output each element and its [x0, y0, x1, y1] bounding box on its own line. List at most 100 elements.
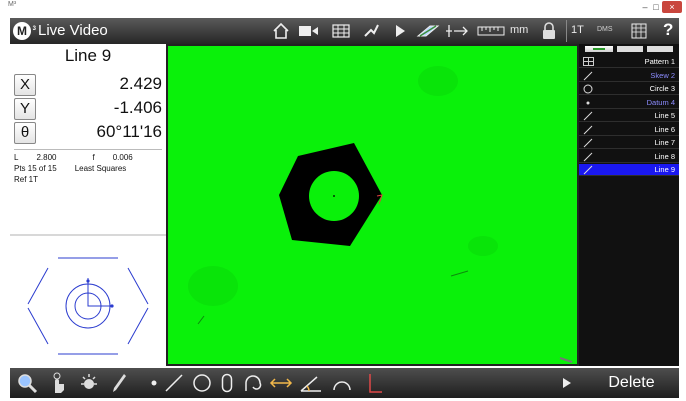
grid-icon[interactable] [330, 21, 352, 41]
list-tab-2[interactable] [617, 46, 643, 52]
axis-x-value: 2.429 [119, 74, 162, 93]
pattern-icon [582, 57, 594, 67]
video-frame [166, 44, 579, 366]
line-tool-icon[interactable] [163, 371, 185, 395]
angle-format[interactable]: DMS [597, 26, 613, 33]
list-item-label: Datum 4 [646, 97, 675, 107]
play-icon[interactable] [390, 21, 410, 41]
list-item[interactable]: Line 9 [579, 164, 679, 176]
reference-frame: Ref 1T [14, 175, 39, 184]
probe-pen-icon[interactable] [108, 371, 130, 395]
hex-nut-image [197, 143, 573, 363]
view-title: Live Video [38, 22, 108, 39]
part-view[interactable] [10, 234, 166, 366]
record-video-icon[interactable] [297, 21, 321, 41]
list-item-label: Skew 2 [650, 70, 675, 80]
list-item-label: Line 8 [654, 151, 675, 161]
list-item-label: Pattern 1 [644, 57, 675, 66]
info-row-length: L 2.800 f 0.006 [14, 153, 133, 162]
lock-icon[interactable] [538, 21, 560, 41]
bottom-toolbar: Delete [10, 368, 679, 398]
line-icon [582, 125, 594, 135]
play-icon[interactable] [558, 371, 576, 395]
home-icon[interactable] [270, 21, 292, 41]
slot-tool-icon[interactable] [218, 371, 236, 395]
info-row-points: Pts 15 of 15 Least Squares [14, 164, 126, 173]
readout-divider [14, 149, 162, 150]
point-icon [582, 98, 594, 108]
list-item[interactable]: Line 7 [579, 137, 679, 149]
circle-tool-icon[interactable] [191, 371, 213, 395]
info-value: 2.800 [36, 153, 57, 162]
info-row-reference: Ref 1T [14, 175, 38, 184]
units-label[interactable]: mm [510, 24, 528, 36]
distance-tool-icon[interactable] [268, 371, 294, 395]
perpendicular-icon[interactable] [362, 371, 386, 395]
list-item[interactable]: Line 6 [579, 124, 679, 136]
line-icon [582, 111, 594, 121]
probe-icon[interactable] [360, 21, 382, 41]
toolbar-separator [566, 20, 567, 42]
readout-row-y: Y -1.406 [14, 98, 162, 122]
window-title-strip: M³ – □ × [0, 0, 686, 14]
live-video-view[interactable] [168, 46, 577, 364]
axis-theta-button[interactable]: θ [14, 122, 36, 144]
close-button[interactable]: × [662, 1, 682, 13]
fit-method: Least Squares [74, 164, 127, 173]
list-item-label: Circle 3 [649, 84, 675, 93]
list-item-label: Line 6 [654, 124, 675, 134]
readout-row-theta: θ 60°11'16 [14, 122, 162, 146]
tolerance-mode[interactable]: 1T [571, 24, 584, 36]
list-item[interactable]: Line 8 [579, 151, 679, 163]
arc-tool-icon[interactable] [242, 371, 264, 395]
crosshair-arrow-icon[interactable] [444, 21, 470, 41]
info-label-2: f [92, 153, 95, 162]
top-toolbar: M 3 Live Video mm 1T DMS ? [10, 18, 679, 44]
info-label: L [14, 153, 19, 162]
circle-icon [582, 84, 594, 94]
list-item[interactable]: Circle 3 [579, 83, 679, 95]
angle-tool-icon[interactable] [298, 371, 324, 395]
feature-title: Line 9 [64, 46, 112, 65]
list-item[interactable]: Skew 2 [579, 70, 679, 82]
arc-segment-icon[interactable] [330, 371, 354, 395]
list-item[interactable]: Datum 4 [579, 97, 679, 109]
list-item-label: Line 9 [654, 165, 675, 174]
feature-list-tabs [579, 44, 679, 54]
line-icon [582, 165, 594, 175]
readout-panel: Line 9 X 2.429 Y -1.406 θ 60°11'16 L 2.80… [10, 44, 166, 366]
points-count: Pts 15 of 15 [14, 164, 57, 173]
list-item-label: Line 7 [654, 138, 675, 147]
hand-touch-icon[interactable] [46, 371, 70, 395]
minimize-button[interactable]: – [640, 1, 650, 13]
axis-y-value: -1.406 [113, 98, 162, 117]
axis-theta-value: 60°11'16 [96, 122, 162, 141]
app-tag: M³ [8, 1, 17, 8]
list-item[interactable]: Line 5 [579, 110, 679, 122]
light-icon[interactable] [76, 371, 102, 395]
list-item-label: Line 5 [654, 111, 675, 120]
list-item[interactable]: Pattern 1 [579, 56, 679, 68]
part-view-drawing [27, 257, 149, 355]
line-icon [582, 71, 594, 81]
app-logo: M 3 [13, 22, 36, 40]
list-tab-3[interactable] [647, 46, 673, 52]
info-value-2: 0.006 [112, 153, 133, 162]
calculator-icon[interactable] [628, 21, 650, 41]
zoom-icon[interactable] [14, 371, 40, 395]
app-logo-sup: 3 [32, 26, 36, 32]
edge-tool-icon[interactable] [415, 21, 441, 41]
app-logo-letter: M [17, 24, 27, 38]
readout-row-x: X 2.429 [14, 74, 162, 98]
axis-x-button[interactable]: X [14, 74, 36, 96]
maximize-button[interactable]: □ [651, 1, 661, 13]
help-button[interactable]: ? [663, 20, 673, 40]
ruler-icon[interactable] [476, 21, 506, 41]
feature-list: Pattern 1 Skew 2 Circle 3 Datum 4 Line 5 Line… [579, 44, 679, 366]
list-tab-active[interactable] [585, 46, 613, 52]
line-icon [582, 138, 594, 148]
axis-y-button[interactable]: Y [14, 98, 36, 120]
point-tool-icon[interactable] [148, 371, 160, 395]
delete-button[interactable]: Delete [584, 371, 679, 395]
line-icon [582, 152, 594, 162]
